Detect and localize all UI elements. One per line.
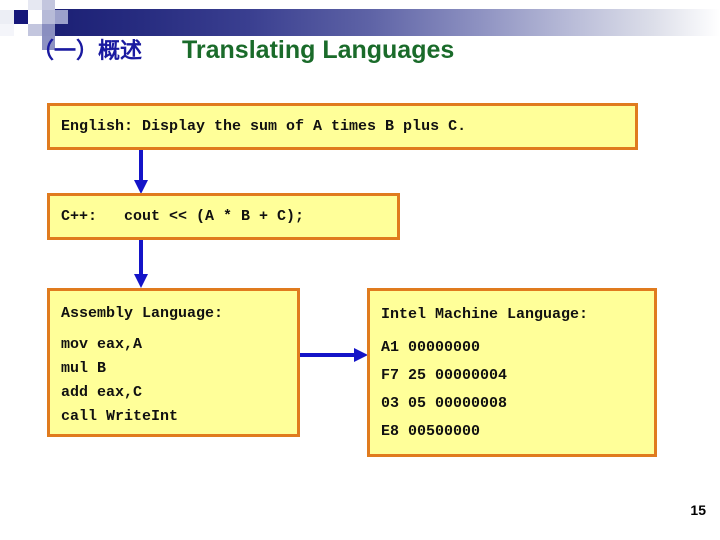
- assembly-line: call WriteInt: [61, 408, 179, 425]
- mosaic-tile: [55, 10, 68, 24]
- assembly-label: Assembly Language:: [61, 305, 224, 322]
- cpp-box: C++: cout << (A * B + C);: [47, 193, 400, 240]
- machine-language-box: Intel Machine Language: A1 00000000 F7 2…: [367, 288, 657, 457]
- page-title: （一）概述 Translating Languages: [32, 33, 454, 69]
- mosaic-tile: [0, 0, 14, 10]
- mosaic-tile: [28, 0, 42, 10]
- title-english: Translating Languages: [182, 36, 455, 64]
- english-label: English:: [61, 118, 134, 135]
- cpp-label: C++:: [61, 208, 98, 225]
- right-arrow-icon: [300, 346, 368, 369]
- machine-line: F7 25 00000004: [381, 367, 508, 384]
- header-gradient-band: [47, 9, 720, 36]
- page-number: 15: [690, 502, 706, 518]
- slide-canvas: （一）概述 Translating Languages English: Dis…: [0, 0, 720, 540]
- mosaic-tile: [14, 0, 28, 10]
- down-arrow-icon: [132, 240, 150, 293]
- machine-line: E8 00500000: [381, 423, 481, 440]
- mosaic-tile: [42, 0, 55, 10]
- mosaic-tile: [42, 10, 55, 24]
- assembly-line: mov eax,A: [61, 336, 143, 353]
- assembly-line: mul B: [61, 360, 107, 377]
- english-box: English: Display the sum of A times B pl…: [47, 103, 638, 150]
- mosaic-tile: [14, 24, 28, 36]
- cpp-text: cout << (A * B + C);: [97, 208, 305, 225]
- english-text: Display the sum of A times B plus C.: [133, 118, 467, 135]
- mosaic-tile: [28, 10, 42, 24]
- mosaic-tile: [0, 24, 14, 36]
- machine-label: Intel Machine Language:: [381, 306, 589, 323]
- mosaic-tile: [14, 36, 28, 50]
- machine-line: A1 00000000: [381, 339, 481, 356]
- mosaic-tile: [0, 10, 14, 24]
- assembly-line: add eax,C: [61, 384, 143, 401]
- mosaic-tile: [14, 10, 28, 24]
- assembly-box: Assembly Language: mov eax,A mul B add e…: [47, 288, 300, 437]
- title-chinese: （一）概述: [32, 39, 143, 64]
- machine-line: 03 05 00000008: [381, 395, 508, 412]
- down-arrow-icon: [132, 150, 150, 199]
